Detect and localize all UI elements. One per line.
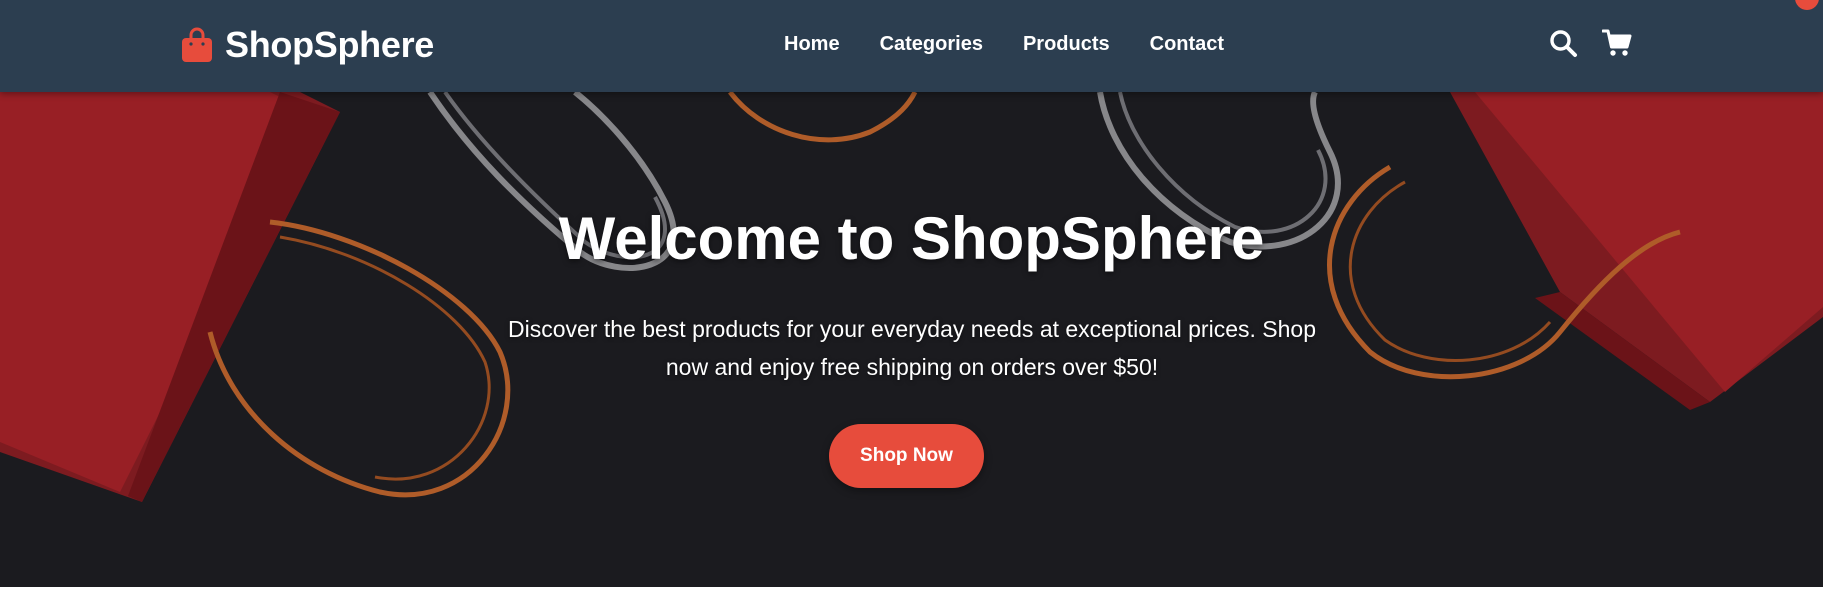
- nav-actions: [1548, 28, 1632, 58]
- cart-count-badge: [1795, 0, 1819, 10]
- hero-banner: Welcome to ShopSphere Discover the best …: [0, 92, 1823, 587]
- hero-subtitle: Discover the best products for your ever…: [508, 316, 1316, 380]
- nav-link-categories[interactable]: Categories: [880, 30, 983, 58]
- nav-link-products[interactable]: Products: [1023, 30, 1110, 58]
- nav-link-contact[interactable]: Contact: [1150, 30, 1224, 58]
- shop-now-button[interactable]: Shop Now: [829, 424, 984, 488]
- hero-content: Welcome to ShopSphere Discover the best …: [0, 92, 1823, 587]
- shopping-bag-icon: [182, 27, 212, 62]
- brand-name: ShopSphere: [225, 24, 435, 65]
- hero-title: Welcome to ShopSphere: [558, 205, 1265, 272]
- cart-icon[interactable]: [1602, 28, 1632, 58]
- nav-link-home[interactable]: Home: [784, 30, 840, 58]
- brand-logo-link[interactable]: ShopSphere: [181, 22, 434, 68]
- main-nav: Home Categories Products Contact: [784, 30, 1224, 58]
- search-icon[interactable]: [1548, 28, 1578, 58]
- top-navbar: ShopSphere Home Categories Products Cont…: [0, 0, 1823, 92]
